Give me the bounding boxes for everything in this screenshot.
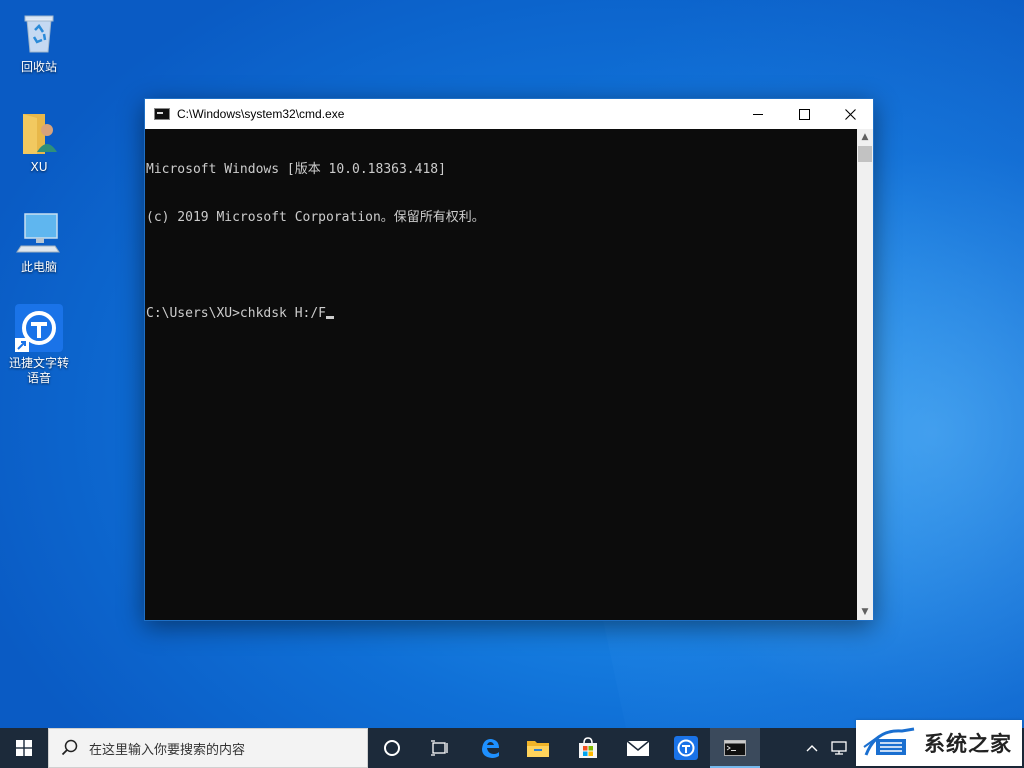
cmd-icon xyxy=(154,108,170,120)
user-folder-icon xyxy=(15,108,63,156)
text-cursor xyxy=(326,316,335,319)
network-icon xyxy=(831,741,847,755)
app-shortcut-icon xyxy=(15,304,63,352)
taskbar-app-file-explorer[interactable] xyxy=(514,728,562,768)
chevron-down-icon: ▼ xyxy=(861,607,869,617)
start-button[interactable] xyxy=(0,728,48,768)
chevron-up-icon: ▲ xyxy=(861,132,869,142)
store-icon xyxy=(579,737,597,758)
console-line: Microsoft Windows [版本 10.0.18363.418] xyxy=(146,162,446,177)
network-tray-button[interactable] xyxy=(826,728,852,768)
desktop: 回收站 XU 此电脑 迅捷文字转语音 C:\Windows\system32\c… xyxy=(0,0,1024,728)
taskbar-app-mail[interactable] xyxy=(614,728,662,768)
cortana-button[interactable] xyxy=(368,728,416,768)
desktop-icon-label: 此电脑 xyxy=(20,260,57,274)
edge-icon xyxy=(482,739,499,758)
maximize-icon xyxy=(798,108,810,120)
desktop-icon-this-pc[interactable]: 此电脑 xyxy=(0,208,78,275)
cmd-window[interactable]: C:\Windows\system32\cmd.exe Microsoft Wi… xyxy=(144,98,874,621)
windows-logo-icon xyxy=(16,740,32,756)
watermark-text: 系统之家 xyxy=(924,732,1012,756)
minimize-button[interactable] xyxy=(735,99,781,129)
search-placeholder: 在这里输入你要搜索的内容 xyxy=(89,742,246,758)
close-icon xyxy=(844,108,856,120)
task-view-icon xyxy=(431,740,448,756)
cmd-icon xyxy=(724,740,746,756)
task-view-button[interactable] xyxy=(416,728,464,768)
system-home-logo-icon xyxy=(863,727,915,756)
desktop-icon-xunjie-tts[interactable]: 迅捷文字转语音 xyxy=(0,304,78,386)
taskbar-app-store[interactable] xyxy=(564,728,612,768)
cortana-icon xyxy=(384,740,400,756)
scroll-up-button[interactable]: ▲ xyxy=(857,129,873,145)
console-output[interactable]: Microsoft Windows [版本 10.0.18363.418] (c… xyxy=(145,129,858,620)
console-command: C:\Users\XU>chkdsk H:/F xyxy=(146,306,327,321)
recycle-bin-icon xyxy=(15,8,63,56)
desktop-icon-recycle-bin[interactable]: 回收站 xyxy=(0,8,78,75)
desktop-icon-label: 迅捷文字转语音 xyxy=(8,356,69,385)
console-line: (c) 2019 Microsoft Corporation。保留所有权利。 xyxy=(146,210,485,225)
scroll-thumb[interactable] xyxy=(858,146,872,162)
desktop-icon-label: XU xyxy=(30,160,48,174)
xunjie-app-icon xyxy=(674,736,698,760)
taskbar-app-cmd[interactable] xyxy=(710,728,760,768)
window-title: C:\Windows\system32\cmd.exe xyxy=(177,107,345,121)
console-prompt-line: C:\Users\XU>chkdsk H:/F xyxy=(146,306,858,322)
desktop-icon-user-folder[interactable]: XU xyxy=(0,108,78,175)
show-hidden-icons-button[interactable] xyxy=(800,728,824,768)
minimize-icon xyxy=(753,113,763,115)
search-icon xyxy=(61,739,78,756)
close-button[interactable] xyxy=(827,99,873,129)
file-explorer-icon xyxy=(527,741,549,757)
computer-icon xyxy=(15,208,63,256)
mail-icon xyxy=(626,740,650,756)
scroll-down-button[interactable]: ▼ xyxy=(857,604,873,620)
window-titlebar[interactable]: C:\Windows\system32\cmd.exe xyxy=(145,99,873,129)
maximize-button[interactable] xyxy=(781,99,827,129)
watermark-logo: 系统之家 xyxy=(856,720,1022,766)
vertical-scrollbar[interactable]: ▲ ▼ xyxy=(857,129,873,620)
taskbar-app-edge[interactable] xyxy=(466,728,514,768)
desktop-icon-label: 回收站 xyxy=(20,60,57,74)
taskbar-app-xunjie[interactable] xyxy=(662,728,710,768)
taskbar-search-box[interactable]: 在这里输入你要搜索的内容 xyxy=(48,728,368,768)
chevron-up-icon xyxy=(806,745,818,752)
